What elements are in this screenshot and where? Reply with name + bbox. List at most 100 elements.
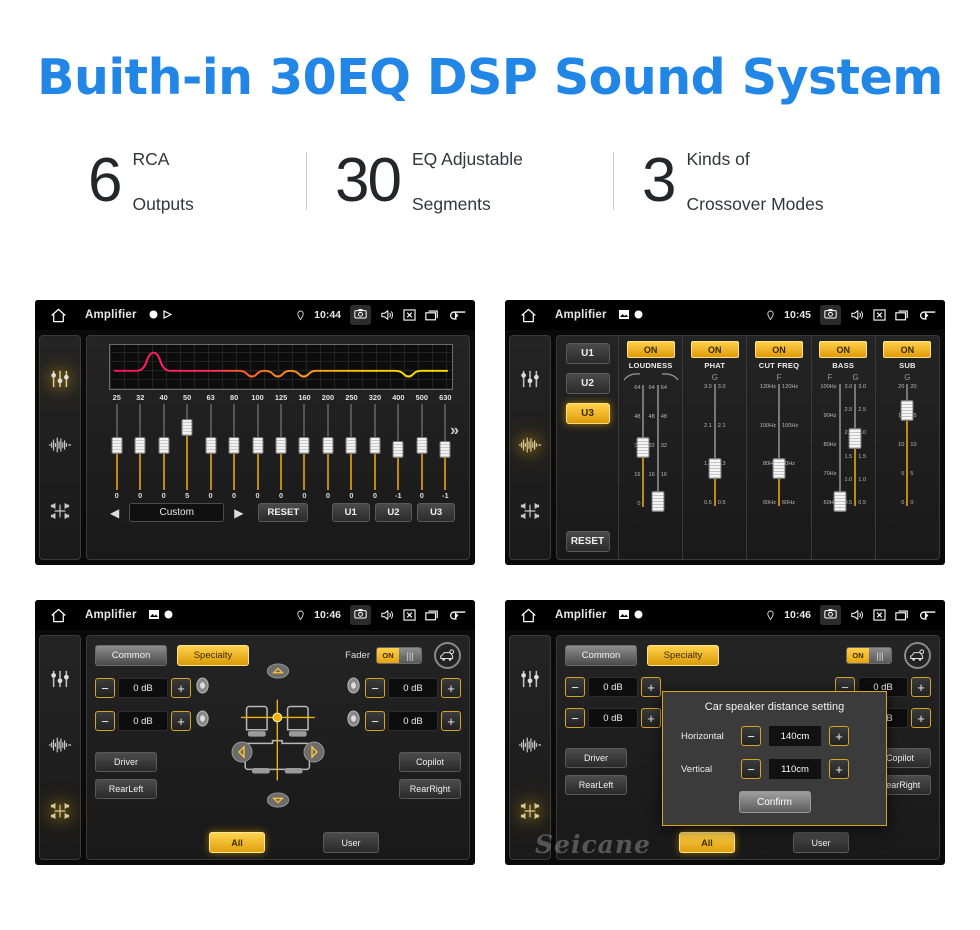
equalizer-icon[interactable] (49, 369, 71, 394)
preset-u2-button[interactable]: U2 (565, 373, 610, 394)
crossover-slider[interactable]: 3.02.52.01.51.00.53.02.52.01.51.00.5 (845, 384, 866, 506)
confirm-button[interactable]: Confirm (738, 791, 811, 813)
eq-slider-knob[interactable] (134, 437, 146, 454)
preset-next-button[interactable]: ▶ (229, 506, 248, 520)
eq-slider-track[interactable] (228, 404, 240, 490)
decrease-button[interactable]: − (95, 678, 115, 698)
increase-button[interactable]: + (171, 711, 191, 731)
eq-slider-knob[interactable] (439, 440, 451, 458)
eq-slider-track[interactable] (205, 404, 217, 490)
equalizer-icon[interactable] (519, 669, 541, 694)
seat-rear-right-button[interactable]: RearRight (399, 779, 461, 799)
eq-slider[interactable]: 0 (316, 404, 339, 500)
equalizer-icon[interactable] (519, 369, 541, 394)
tab-specialty[interactable]: Specialty (177, 645, 249, 666)
eq-slider-knob[interactable] (275, 437, 287, 454)
eq-slider-knob[interactable] (345, 437, 357, 454)
eq-slider-knob[interactable] (392, 440, 404, 458)
camera-icon[interactable] (350, 605, 371, 625)
eq-slider[interactable]: 0 (128, 404, 151, 500)
eq-slider[interactable]: 5 (175, 404, 198, 500)
slider-knob[interactable] (772, 458, 786, 480)
waveform-icon[interactable] (518, 436, 542, 459)
eq-slider[interactable]: -1 (434, 404, 457, 500)
toggle-cut-freq[interactable]: ON (755, 341, 803, 358)
slider-track[interactable] (636, 385, 650, 507)
eq-slider[interactable]: 0 (246, 404, 269, 500)
close-box-icon[interactable] (403, 609, 416, 621)
eq-slider-knob[interactable] (181, 418, 193, 436)
camera-icon[interactable] (350, 305, 371, 325)
eq-slider[interactable]: 0 (222, 404, 245, 500)
waveform-icon[interactable] (48, 736, 72, 759)
slider-track[interactable] (833, 384, 847, 513)
seat-copilot-button[interactable]: Copilot (399, 752, 461, 772)
balance-icon[interactable] (519, 501, 541, 526)
increase-button[interactable]: + (441, 678, 461, 698)
home-icon[interactable] (45, 308, 71, 323)
increase-button[interactable]: + (641, 708, 661, 728)
volume-icon[interactable] (850, 309, 864, 321)
recents-icon[interactable] (895, 309, 909, 321)
eq-slider-knob[interactable] (228, 437, 240, 454)
seat-all-button[interactable]: All (209, 832, 265, 853)
eq-slider[interactable]: 0 (410, 404, 433, 500)
slider-knob[interactable] (848, 427, 862, 449)
equalizer-icon[interactable] (49, 669, 71, 694)
crossover-slider[interactable]: 644832160644832160 (648, 385, 667, 513)
crossover-slider[interactable]: 100Hz 90Hz 80Hz 70Hz 60Hz (820, 384, 847, 513)
back-icon[interactable] (918, 309, 937, 322)
slider-knob[interactable] (708, 458, 722, 480)
seat-driver-button[interactable]: Driver (95, 752, 157, 772)
eq-slider[interactable]: 0 (152, 404, 175, 500)
decrease-button[interactable]: − (365, 711, 385, 731)
back-icon[interactable] (448, 309, 467, 322)
increase-button[interactable]: + (829, 726, 849, 746)
increase-button[interactable]: + (171, 678, 191, 698)
eq-slider-knob[interactable] (322, 437, 334, 454)
volume-icon[interactable] (850, 609, 864, 621)
eq-slider-track[interactable] (298, 404, 310, 490)
slider-knob[interactable] (651, 491, 665, 513)
close-box-icon[interactable] (873, 309, 886, 321)
volume-icon[interactable] (380, 609, 394, 621)
crossover-slider[interactable]: 120Hz 100Hz 80Hz 60Hz 120Hz 100Hz 80Hz 60Hz (760, 384, 798, 506)
pad-left-button[interactable] (231, 741, 253, 768)
pad-right-button[interactable] (303, 741, 325, 768)
car-settings-icon[interactable] (434, 642, 461, 669)
eq-slider[interactable]: 0 (199, 404, 222, 500)
increase-button[interactable]: + (829, 759, 849, 779)
eq-slider-track[interactable] (369, 404, 381, 490)
recents-icon[interactable] (425, 609, 439, 621)
balance-icon[interactable] (519, 801, 541, 826)
slider-track[interactable] (848, 384, 862, 506)
eq-slider-knob[interactable] (369, 437, 381, 454)
eq-slider-knob[interactable] (111, 437, 123, 454)
eq-slider-track[interactable] (392, 404, 404, 490)
seat-driver-button[interactable]: Driver (565, 748, 627, 768)
preset-u3-button[interactable]: U3 (417, 503, 456, 522)
close-box-icon[interactable] (403, 309, 416, 321)
eq-slider-track[interactable] (181, 404, 193, 490)
eq-slider-track[interactable] (439, 404, 451, 490)
toggle-loudness[interactable]: ON (626, 341, 675, 358)
crossover-slider[interactable]: 644832160 (634, 385, 650, 507)
waveform-icon[interactable] (48, 436, 72, 459)
tab-specialty[interactable]: Specialty (647, 645, 719, 666)
eq-slider[interactable]: -1 (387, 404, 410, 500)
seat-rear-left-button[interactable]: RearLeft (95, 779, 157, 799)
slider-track[interactable] (900, 384, 914, 506)
decrease-button[interactable]: − (365, 678, 385, 698)
toggle-sub[interactable]: ON (883, 341, 932, 358)
decrease-button[interactable]: − (565, 708, 585, 728)
eq-slider[interactable]: 0 (363, 404, 386, 500)
decrease-button[interactable]: − (741, 759, 761, 779)
slider-track[interactable] (651, 385, 665, 513)
eq-slider-track[interactable] (158, 404, 170, 490)
eq-slider-knob[interactable] (205, 437, 217, 454)
camera-icon[interactable] (820, 305, 841, 325)
slider-track[interactable] (772, 384, 786, 506)
seat-user-button[interactable]: User (793, 832, 849, 853)
home-icon[interactable] (515, 608, 541, 623)
balance-icon[interactable] (49, 501, 71, 526)
